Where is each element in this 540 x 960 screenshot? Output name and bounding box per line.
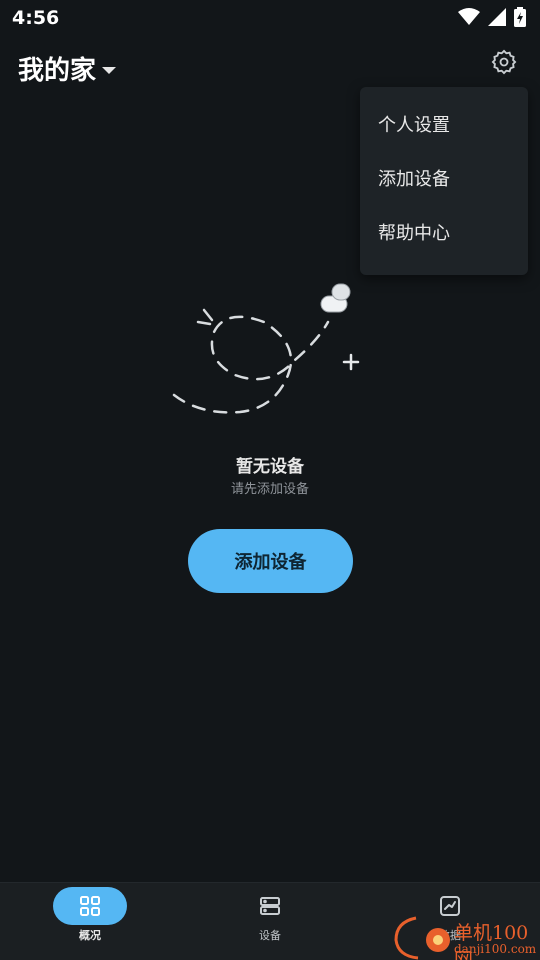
empty-illustration bbox=[160, 280, 380, 430]
menu-item-personal-settings[interactable]: 个人设置 bbox=[360, 99, 528, 153]
gear-icon[interactable] bbox=[490, 48, 518, 76]
nav-item-overview[interactable]: 概况 bbox=[30, 887, 150, 951]
empty-subtitle: 请先添加设备 bbox=[230, 482, 309, 497]
nav-label-overview: 概况 bbox=[79, 929, 101, 942]
watermark-logo bbox=[394, 916, 450, 960]
nav-label-devices: 设备 bbox=[259, 929, 281, 942]
menu-item-add-device[interactable]: 添加设备 bbox=[360, 153, 528, 207]
watermark-line2: danji100.com bbox=[454, 942, 537, 956]
battery-charging-icon bbox=[514, 7, 526, 27]
grid-icon bbox=[53, 887, 127, 925]
status-bar: 4:56 bbox=[0, 0, 540, 36]
empty-title: 暂无设备 bbox=[236, 457, 304, 477]
nav-item-devices[interactable]: 设备 bbox=[210, 887, 330, 951]
wifi-icon bbox=[458, 8, 480, 26]
home-selector[interactable]: 我的家 bbox=[18, 50, 117, 87]
menu-item-help-center[interactable]: 帮助中心 bbox=[360, 207, 528, 261]
watermark: 单机100网 danji100.com bbox=[388, 912, 540, 960]
status-time: 4:56 bbox=[12, 7, 60, 29]
add-device-button[interactable]: 添加设备 bbox=[188, 529, 353, 593]
caret-down-icon bbox=[102, 67, 117, 74]
status-icons bbox=[458, 7, 526, 27]
devices-icon bbox=[233, 887, 307, 925]
signal-icon bbox=[488, 8, 506, 26]
home-name: 我的家 bbox=[18, 56, 97, 86]
settings-menu: 个人设置 添加设备 帮助中心 bbox=[360, 87, 528, 275]
header: 我的家 bbox=[0, 44, 540, 92]
